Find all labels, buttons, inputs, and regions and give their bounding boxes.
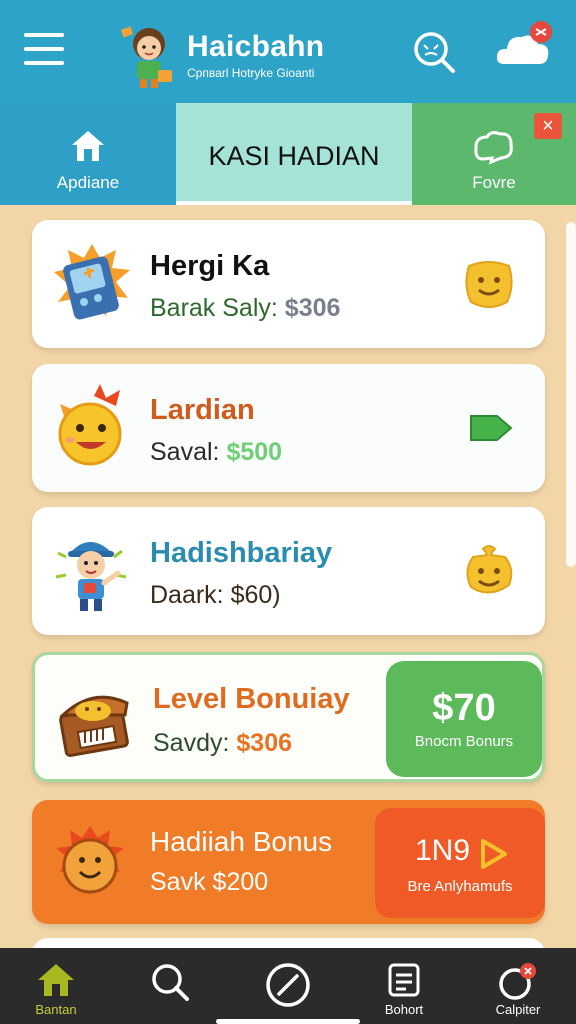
tab-active-label: KASI HADIAN [208,141,380,171]
card-label: Savk [150,868,206,896]
bottom-navigation: Bantan Bohort Calpiter [0,948,576,1024]
app-subtitle: Cрпваrl Hotrуke Gioanti [187,66,315,80]
card-title: Hergi Ka [150,250,270,282]
smiley-icon [465,261,513,308]
card-subtitle: Savdy: $306 [153,729,292,758]
play-arrow-icon[interactable] [461,400,517,456]
tab-kasi-hadian[interactable]: KASI HADIAN [176,103,412,205]
app-header: Haicbahn Cрпваrl Hotrуke Gioanti [0,0,576,103]
nav-home-label: Bantan [35,1002,77,1017]
home-icon [72,131,104,161]
play-icon [481,839,507,869]
card-title: Level Bonuiay [153,683,350,715]
card-subtitle: Barak Saly: $306 [150,294,340,323]
notification-icon [499,963,536,1000]
card-subtitle: Saval: $500 [150,438,282,467]
scrollbar[interactable] [566,222,576,567]
app-title: Haicbahn [187,30,325,63]
home-indicator [216,1019,360,1024]
card-label: Barak Saly: [150,294,278,322]
card-label: Daark: [150,581,224,609]
card-amount: $500 [226,438,283,466]
menu-bar [24,47,64,51]
reward-card[interactable]: Hadishbariay Daark: $60) [32,507,545,635]
cloud-notification-icon[interactable] [494,20,558,72]
card-title: Hadishbariay [150,537,333,569]
boy-character-icon [55,542,127,611]
bonus-card[interactable]: Level Bonuiay Savdy: $306 $70 Bnocm Bonu… [32,652,545,782]
card-label: Saval: [150,438,220,466]
bonus-label: Bnocm Bonurs [414,733,514,750]
card-amount: $200 [212,868,269,896]
smiley-icon [466,545,513,594]
search-icon [152,964,189,1001]
menu-button[interactable] [24,33,64,67]
card-title: Hadiiah Bonus [150,826,333,857]
bonus-claim-button[interactable]: $70 Bnocm Bonurs [386,661,542,777]
nav-report-label: Bohort [384,1002,424,1017]
menu-bar [24,61,64,65]
tab-bar: Apdiane KASI HADIAN Fovre × [0,103,576,205]
sun-face-icon [58,384,122,466]
card-subtitle: Daark: $60) [150,581,281,610]
card-amount: $306 [284,294,341,322]
sun-character-icon [56,826,124,894]
tab-home[interactable]: Apdiane [0,103,176,205]
close-icon[interactable]: × [534,113,562,139]
reward-card[interactable]: Lardian Saval: $500 [32,364,545,492]
mascot-logo [120,26,172,88]
nav-profile[interactable]: Calpiter [470,948,566,1024]
document-icon [388,963,420,997]
bonus-label: Bre Anlyhamufs [407,878,513,895]
card-amount: $60) [230,581,281,609]
nav-compass[interactable] [240,948,336,1024]
home-icon [38,964,74,996]
bonus-amount: 1N9 [415,834,471,867]
tab-favorites[interactable]: Fovre × [412,103,576,205]
nav-search[interactable] [122,948,218,1024]
card-label: Savdy: [153,729,230,757]
card-subtitle: Savk $200 [150,868,268,897]
speech-bubble-icon [474,131,513,165]
bonus-card[interactable]: Hadiiah Bonus Savk $200 1N9 Bre Anlyhamu… [32,800,545,924]
search-icon[interactable] [410,28,456,74]
bonus-claim-button[interactable]: 1N9 Bre Anlyhamufs [375,808,545,918]
nav-report[interactable]: Bohort [356,948,452,1024]
game-device-icon [54,244,130,320]
reward-card[interactable]: Hergi Ka Barak Saly: $306 [32,220,545,348]
card-title: Lardian [150,394,255,426]
nav-profile-label: Calpiter [495,1002,541,1017]
tab-home-label: Apdiane [56,173,120,192]
compass-icon [266,963,310,1007]
tab-favorites-label: Fovre [472,173,516,192]
treasure-chest-icon [59,695,129,757]
nav-home[interactable]: Bantan [8,948,104,1024]
menu-bar [24,33,64,37]
card-amount: $306 [236,729,293,757]
bonus-amount: $70 [432,687,496,729]
